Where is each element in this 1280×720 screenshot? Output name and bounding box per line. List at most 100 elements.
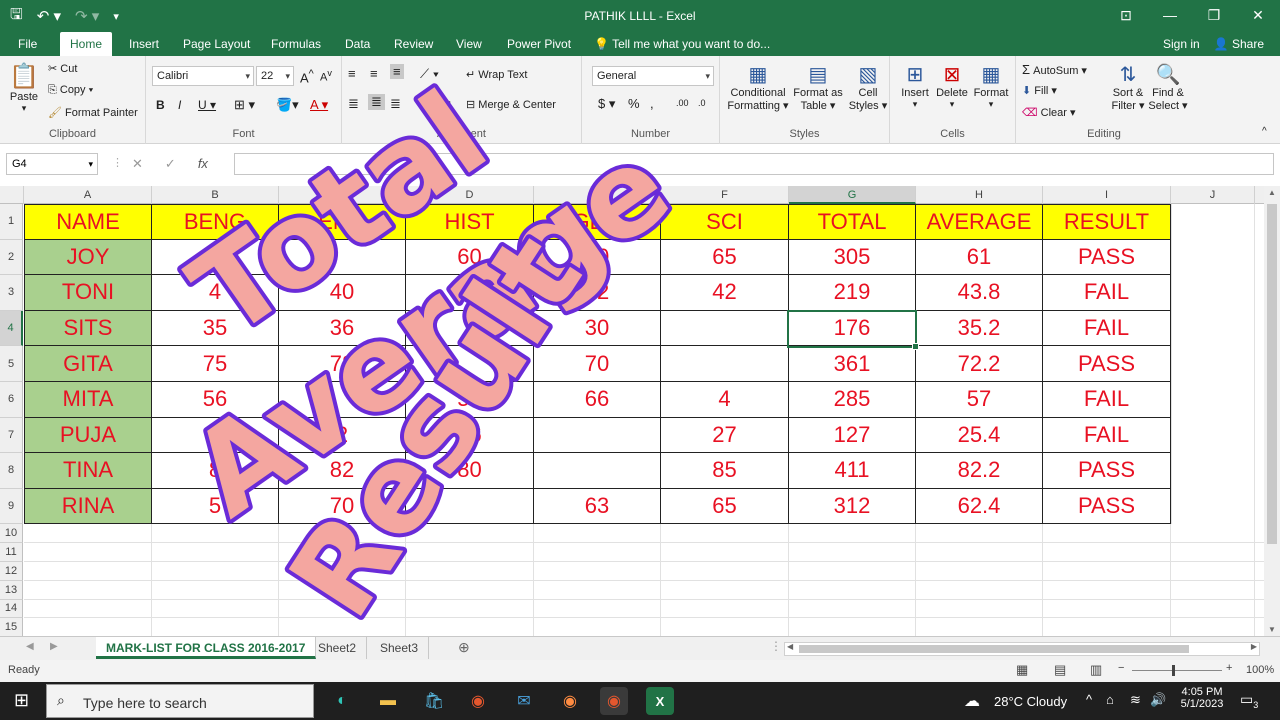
underline-icon[interactable]: U ▾	[198, 98, 216, 112]
fill-color-icon[interactable]: 🪣▾	[276, 97, 299, 113]
horizontal-scrollbar[interactable]: ◀ ▶	[784, 642, 1260, 656]
tab-data[interactable]: Data	[345, 32, 370, 56]
table-header-cell[interactable]: AVERAGE	[916, 204, 1043, 240]
grow-font-icon[interactable]: A^	[300, 68, 314, 85]
scroll-down-icon[interactable]: ▼	[1268, 625, 1276, 634]
page-break-view-icon[interactable]: ▥	[1090, 662, 1102, 678]
firefox-icon[interactable]: ◉	[556, 687, 584, 715]
table-cell[interactable]: PASS	[1043, 239, 1171, 276]
table-cell[interactable]: PASS	[1043, 453, 1171, 489]
table-cell[interactable]: 72.2	[916, 346, 1043, 382]
table-cell[interactable]: 361	[789, 346, 916, 382]
tab-split-icon[interactable]: ⋮	[770, 639, 782, 653]
decrease-indent-icon[interactable]: ⇤	[418, 96, 429, 112]
table-cell[interactable]	[661, 310, 789, 347]
scroll-left-icon[interactable]: ◀	[787, 642, 793, 651]
table-cell[interactable]: 80	[406, 453, 534, 489]
table-header-cell[interactable]: HIST	[406, 204, 534, 240]
table-cell[interactable]: SITS	[24, 310, 152, 347]
network-icon[interactable]: ⌂	[1106, 692, 1114, 707]
copy-button[interactable]: ⎘ Copy ▾	[48, 84, 93, 97]
store-icon[interactable]: 🛍	[420, 687, 448, 715]
merge-center-button[interactable]: ⊟ Merge & Center	[466, 98, 556, 111]
comma-icon[interactable]: ,	[650, 96, 654, 111]
horizontal-scroll-thumb[interactable]	[799, 645, 1189, 653]
chrome-icon[interactable]: ◉	[464, 687, 492, 715]
table-header-cell[interactable]: ENG	[279, 204, 406, 240]
formula-bar-splitter-icon[interactable]: ⋮	[112, 156, 123, 169]
table-cell[interactable]: JOY	[24, 239, 152, 276]
zoom-slider-thumb[interactable]	[1172, 665, 1175, 676]
tell-me-box[interactable]: 💡 Tell me what you want to do...	[594, 32, 770, 56]
column-header-e[interactable]: E	[534, 186, 661, 204]
middle-align-icon[interactable]: ≡	[370, 66, 378, 81]
table-cell[interactable]: 25.4	[916, 417, 1043, 454]
cut-button[interactable]: ✂ Cut	[48, 62, 77, 75]
table-cell[interactable]: 60	[534, 239, 661, 276]
clock[interactable]: 4:05 PM 5/1/2023	[1176, 686, 1228, 710]
tab-power-pivot[interactable]: Power Pivot	[507, 32, 571, 56]
table-cell[interactable]: 2	[279, 417, 406, 454]
normal-view-icon[interactable]: ▦	[1016, 662, 1028, 678]
table-cell[interactable]: 60	[406, 239, 534, 276]
tab-home[interactable]: Home	[60, 32, 113, 56]
table-cell[interactable]: 82.2	[916, 453, 1043, 489]
table-header-cell[interactable]: GEO	[534, 204, 661, 240]
column-header-i[interactable]: I	[1043, 186, 1171, 204]
prev-sheet-icon[interactable]: ◀	[26, 641, 34, 652]
table-header-cell[interactable]: BENG	[152, 204, 279, 240]
shrink-font-icon[interactable]: Av	[320, 68, 332, 84]
autosum-button[interactable]: Σ AutoSum ▾	[1022, 62, 1087, 77]
table-cell[interactable]: 312	[789, 488, 916, 525]
row-header-13[interactable]: 13	[0, 580, 23, 600]
row-header-7[interactable]: 7	[0, 417, 23, 454]
table-cell[interactable]: 70	[279, 488, 406, 525]
table-cell[interactable]	[279, 239, 406, 276]
table-cell[interactable]: FAIL	[1043, 310, 1171, 347]
row-header-1[interactable]: 1	[0, 204, 23, 240]
table-cell[interactable]: RINA	[24, 488, 152, 525]
table-cell[interactable]: 8	[152, 453, 279, 489]
table-cell[interactable]: PASS	[1043, 346, 1171, 382]
column-header-b[interactable]: B	[152, 186, 279, 204]
table-cell[interactable]: 26	[406, 417, 534, 454]
bottom-align-icon[interactable]: ≡	[390, 64, 404, 79]
table-cell[interactable]: PUJA	[24, 417, 152, 454]
table-cell[interactable]: 43.8	[916, 275, 1043, 311]
table-cell[interactable]: 66	[534, 382, 661, 418]
zoom-level[interactable]: 100%	[1246, 664, 1274, 676]
table-cell[interactable]: 58	[406, 382, 534, 418]
table-cell[interactable]: FAIL	[1043, 275, 1171, 311]
clear-button[interactable]: ⌫ Clear ▾	[1022, 106, 1076, 119]
table-cell[interactable]: 42	[534, 275, 661, 311]
excel-icon[interactable]: X	[646, 687, 674, 715]
share-button[interactable]: 👤 Share	[1214, 32, 1264, 56]
row-header-14[interactable]: 14	[0, 599, 23, 619]
table-header-cell[interactable]: TOTAL	[789, 204, 916, 240]
tab-formulas[interactable]: Formulas	[271, 32, 321, 56]
table-cell[interactable]: 78	[279, 346, 406, 382]
sheet-tab-sheet2[interactable]: Sheet2	[308, 637, 368, 659]
file-explorer-icon[interactable]: ▬	[374, 687, 402, 715]
table-cell[interactable]: 35.2	[916, 310, 1043, 347]
windows-start-icon[interactable]: ⊞	[14, 690, 29, 711]
row-header-6[interactable]: 6	[0, 382, 23, 418]
table-cell[interactable]: 5	[152, 488, 279, 525]
table-cell[interactable]: TINA	[24, 453, 152, 489]
format-cells-button[interactable]: ▦ Format ▾	[972, 62, 1010, 110]
align-left-icon[interactable]: ≣	[348, 96, 359, 112]
wifi-icon[interactable]: ≋	[1130, 692, 1141, 708]
table-cell[interactable]	[406, 488, 534, 525]
row-header-15[interactable]: 15	[0, 618, 23, 638]
table-cell[interactable]: 62.4	[916, 488, 1043, 525]
italic-icon[interactable]: I	[178, 98, 181, 112]
table-cell[interactable]: 63	[534, 488, 661, 525]
page-layout-view-icon[interactable]: ▤	[1054, 662, 1066, 678]
fill-button[interactable]: ⬇ Fill ▾	[1022, 84, 1057, 97]
table-cell[interactable]: 85	[661, 453, 789, 489]
table-cell[interactable]: 82	[279, 453, 406, 489]
font-color-icon[interactable]: A ▾	[310, 97, 328, 113]
sort-filter-button[interactable]: ⇅ Sort & Filter ▾	[1108, 62, 1148, 112]
sheet-tab-marklist[interactable]: MARK-LIST FOR CLASS 2016-2017	[96, 637, 317, 659]
tab-file[interactable]: File	[18, 32, 37, 56]
